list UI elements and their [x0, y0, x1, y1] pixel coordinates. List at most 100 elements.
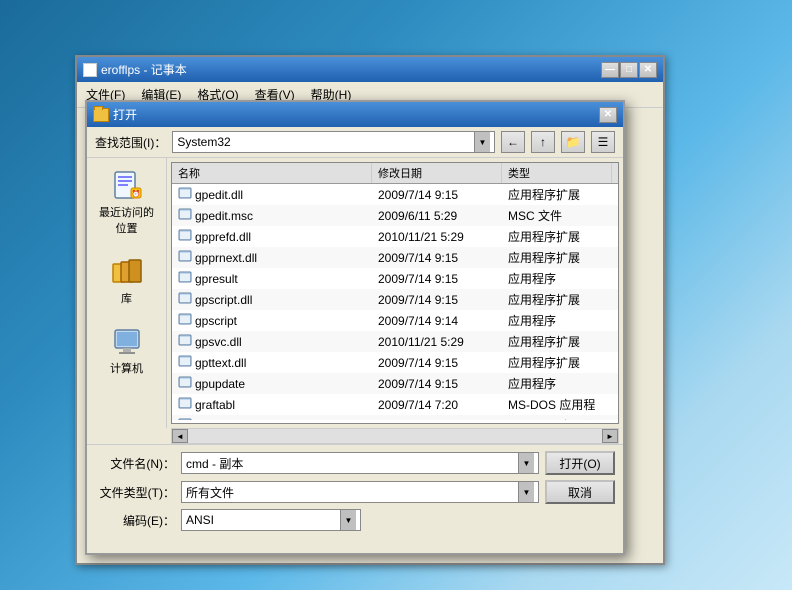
hscroll-left-btn[interactable]: ◄: [172, 429, 188, 443]
file-row[interactable]: gpedit.msc 2009/6/11 5:29 MSC 文件: [172, 205, 618, 226]
notepad-close-btn[interactable]: ✕: [639, 62, 657, 78]
notepad-minimize-btn[interactable]: —: [601, 62, 619, 78]
file-name-text: GRAPHICS: [195, 419, 258, 421]
file-icon: [178, 333, 192, 350]
notepad-title: erofflps - 记事本: [101, 61, 187, 78]
encoding-row: 编码(E)： ANSI ▼: [95, 509, 615, 531]
sidebar-item-computer[interactable]: 计算机: [92, 322, 162, 380]
file-icon: [178, 396, 192, 413]
file-icon: [178, 291, 192, 308]
file-type-cell: 应用程序: [502, 269, 612, 288]
notepad-titlebar: erofflps - 记事本 — □ ✕: [77, 57, 663, 82]
filetype-label: 文件类型(T)：: [95, 484, 175, 501]
file-row[interactable]: gpupdate 2009/7/14 9:15 应用程序: [172, 373, 618, 394]
toolbar-back-btn[interactable]: ←: [501, 131, 525, 153]
notepad-title-left: erofflps - 记事本: [83, 61, 187, 78]
file-date-cell: 2009/7/14 9:15: [372, 292, 502, 308]
file-date-cell: 2010/11/21 5:29: [372, 334, 502, 350]
file-date-cell: 2009/7/14 9:15: [372, 250, 502, 266]
filename-input[interactable]: cmd - 副本 ▼: [181, 452, 539, 474]
file-row[interactable]: graftabl 2009/7/14 7:20 MS-DOS 应用程: [172, 394, 618, 415]
dialog-toolbar: 查找范围(I)： System32 ▼ ← ↑ 📁 ☰: [87, 127, 623, 158]
hscroll-right-btn[interactable]: ►: [602, 429, 618, 443]
file-icon: [178, 417, 192, 420]
dialog-bottom: 文件名(N)： cmd - 副本 ▼ 打开(O) 文件类型(T)： 所有文件 ▼…: [87, 444, 623, 537]
h-scrollbar[interactable]: ◄ ►: [171, 428, 619, 444]
sidebar: ⏰ 最近访问的位置 库: [87, 158, 167, 428]
file-date-cell: 2009/7/14 9:15: [372, 187, 502, 203]
file-row[interactable]: gpprnext.dll 2009/7/14 9:15 应用程序扩展: [172, 247, 618, 268]
sidebar-library-label: 库: [121, 290, 132, 306]
file-type-cell: 应用程序: [502, 374, 612, 393]
notepad-win-controls: — □ ✕: [601, 62, 657, 78]
filetype-row: 文件类型(T)： 所有文件 ▼ 取消: [95, 480, 615, 504]
svg-text:⏰: ⏰: [131, 189, 140, 198]
location-combo[interactable]: System32 ▼: [172, 131, 495, 153]
filetype-combo-arrow[interactable]: ▼: [518, 482, 534, 502]
file-name-text: gpupdate: [195, 377, 245, 391]
file-type-cell: 应用程序扩展: [502, 227, 612, 246]
file-date-cell: 2009/7/14 9:15: [372, 376, 502, 392]
file-type-cell: 应用程序扩展: [502, 290, 612, 309]
cancel-btn[interactable]: 取消: [545, 480, 615, 504]
sidebar-item-recent[interactable]: ⏰ 最近访问的位置: [92, 166, 162, 240]
file-name-cell: gpscript.dll: [172, 290, 372, 309]
file-name-text: graftabl: [195, 398, 235, 412]
file-date-cell: 2009/7/14 7:20: [372, 397, 502, 413]
col-header-type[interactable]: 类型: [502, 163, 612, 183]
file-name-cell: gpedit.msc: [172, 206, 372, 225]
file-icon: [178, 186, 192, 203]
open-btn[interactable]: 打开(O): [545, 451, 615, 475]
file-icon: [178, 270, 192, 287]
open-dialog-win-controls: ✕: [599, 107, 617, 123]
file-row[interactable]: gpprefd.dll 2010/11/21 5:29 应用程序扩展: [172, 226, 618, 247]
file-row[interactable]: GRAPHICS 2009/7/14 5:41 MS-DOS 应用程: [172, 415, 618, 420]
library-icon: [111, 256, 143, 288]
file-date-cell: 2009/7/14 9:14: [372, 313, 502, 329]
file-icon: [178, 249, 192, 266]
folder-icon: [93, 108, 109, 122]
toolbar-new-folder-btn[interactable]: 📁: [561, 131, 585, 153]
col-header-name[interactable]: 名称: [172, 163, 372, 183]
col-header-date[interactable]: 修改日期: [372, 163, 502, 183]
file-name-cell: gpscript: [172, 311, 372, 330]
file-date-cell: 2009/6/11 5:29: [372, 208, 502, 224]
encoding-value: ANSI: [186, 513, 214, 527]
recent-icon: ⏰: [111, 170, 143, 202]
file-row[interactable]: gpresult 2009/7/14 9:15 应用程序: [172, 268, 618, 289]
sidebar-computer-label: 计算机: [110, 360, 143, 376]
filetype-input[interactable]: 所有文件 ▼: [181, 481, 539, 503]
hscroll-track: [188, 429, 602, 443]
file-row[interactable]: gpscript.dll 2009/7/14 9:15 应用程序扩展: [172, 289, 618, 310]
location-label: 查找范围(I)：: [95, 134, 166, 151]
location-value: System32: [177, 135, 230, 149]
file-name-cell: gpttext.dll: [172, 353, 372, 372]
filename-combo-arrow[interactable]: ▼: [518, 453, 534, 473]
file-row[interactable]: gpscript 2009/7/14 9:14 应用程序: [172, 310, 618, 331]
file-list-container: 名称 修改日期 类型 gpedit.dll 2009/7/14 9:15 应用程…: [171, 162, 619, 424]
computer-icon: [111, 326, 143, 358]
toolbar-up-btn[interactable]: ↑: [531, 131, 555, 153]
file-row[interactable]: gpedit.dll 2009/7/14 9:15 应用程序扩展: [172, 184, 618, 205]
file-type-cell: 应用程序: [502, 311, 612, 330]
file-name-text: gpscript: [195, 314, 237, 328]
file-icon: [178, 375, 192, 392]
location-combo-arrow[interactable]: ▼: [474, 132, 490, 152]
encoding-combo-arrow[interactable]: ▼: [340, 510, 356, 530]
encoding-combo[interactable]: ANSI ▼: [181, 509, 361, 531]
file-name-text: gpprnext.dll: [195, 251, 257, 265]
file-list-body[interactable]: gpedit.dll 2009/7/14 9:15 应用程序扩展 gpedit.…: [172, 184, 618, 420]
file-name-text: gpsvc.dll: [195, 335, 242, 349]
notepad-maximize-btn[interactable]: □: [620, 62, 638, 78]
file-name-cell: gpprefd.dll: [172, 227, 372, 246]
file-name-cell: gpresult: [172, 269, 372, 288]
file-row[interactable]: gpttext.dll 2009/7/14 9:15 应用程序扩展: [172, 352, 618, 373]
sidebar-item-library[interactable]: 库: [92, 252, 162, 310]
toolbar-view-btn[interactable]: ☰: [591, 131, 615, 153]
file-name-text: gpresult: [195, 272, 238, 286]
file-name-text: gpprefd.dll: [195, 230, 251, 244]
file-name-text: gpedit.dll: [195, 188, 243, 202]
file-name-cell: gpupdate: [172, 374, 372, 393]
file-row[interactable]: gpsvc.dll 2010/11/21 5:29 应用程序扩展: [172, 331, 618, 352]
open-dialog-close-btn[interactable]: ✕: [599, 107, 617, 123]
